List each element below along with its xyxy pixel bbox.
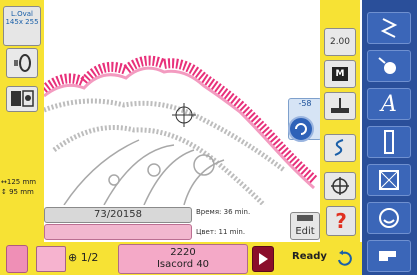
nav-buttonhole-button[interactable] bbox=[367, 126, 411, 158]
machine-icon bbox=[379, 251, 396, 261]
ready-status: Ready bbox=[292, 251, 327, 262]
move-design-button[interactable] bbox=[324, 172, 356, 200]
cutter-icon bbox=[331, 98, 349, 113]
buttonhole-icon bbox=[384, 130, 394, 154]
rotation-value: -58 bbox=[298, 99, 312, 108]
left-panel: L.Oval 145x 255 ↔125 mm ↕ 95 mm bbox=[0, 0, 44, 242]
stitch-counter[interactable]: 73/20158 bbox=[44, 207, 192, 223]
ready-icon bbox=[334, 247, 356, 269]
stitch-path-icon bbox=[334, 139, 344, 156]
nav-embroidery-button[interactable] bbox=[367, 50, 411, 82]
embroidery-canvas[interactable] bbox=[44, 0, 320, 205]
hoop-info[interactable]: L.Oval 145x 255 bbox=[3, 6, 41, 46]
color-time: Цвет: 11 min. bbox=[196, 228, 246, 236]
monochrome-label: M bbox=[331, 67, 349, 81]
design-height: ↕ 95 mm bbox=[1, 188, 34, 196]
edit-button[interactable]: Edit bbox=[290, 212, 320, 240]
nav-alphabet-button[interactable]: A bbox=[367, 88, 411, 120]
navigation-panel: A bbox=[362, 0, 417, 275]
rotation-knob[interactable] bbox=[288, 116, 314, 142]
embroidery-screen: L.Oval 145x 255 ↔125 mm ↕ 95 mm -58 2.00… bbox=[0, 0, 417, 275]
status-row: 73/20158 Время: 36 min. Цвет: 11 min. bbox=[44, 207, 284, 236]
thread-cutter-button[interactable] bbox=[324, 92, 356, 120]
tension-button[interactable]: 2.00 bbox=[324, 28, 356, 56]
edit-label: Edit bbox=[295, 226, 315, 237]
design-width: ↔125 mm bbox=[1, 178, 37, 186]
thread-name: Isacord 40 bbox=[156, 259, 210, 270]
monochrome-button[interactable]: M bbox=[324, 60, 356, 88]
hoop-select-button[interactable] bbox=[6, 48, 38, 78]
help-button[interactable]: ? bbox=[326, 206, 356, 236]
embroidery-nav-icon bbox=[378, 57, 396, 74]
sewing-machine-icon bbox=[297, 215, 313, 221]
stitch-path-button[interactable] bbox=[324, 134, 356, 162]
rotate-icon bbox=[295, 123, 307, 135]
embroidery-design bbox=[44, 55, 318, 205]
bottom-bar: ⊕ 1/2 2220 Isacord 40 Ready bbox=[0, 242, 362, 275]
time-remaining: Время: 36 min. bbox=[196, 208, 251, 216]
zigzag-icon bbox=[380, 18, 398, 38]
nav-stitch-button[interactable] bbox=[367, 12, 411, 44]
thread-info[interactable]: 2220 Isacord 40 bbox=[118, 244, 248, 274]
color-progress-bar bbox=[44, 224, 192, 240]
nav-machine-button[interactable] bbox=[367, 240, 411, 272]
tension-label: 2.00 bbox=[329, 37, 351, 47]
nav-personal-button[interactable] bbox=[367, 202, 411, 234]
crosshair-small-icon: ⊕ bbox=[68, 251, 78, 264]
color-counter: ⊕ 1/2 bbox=[68, 251, 98, 264]
nav-quilt-button[interactable] bbox=[367, 164, 411, 196]
move-icon bbox=[331, 177, 349, 195]
refresh-icon bbox=[338, 250, 352, 266]
next-color-button[interactable] bbox=[252, 246, 274, 272]
design-overview-button[interactable] bbox=[6, 86, 38, 112]
previous-color-button[interactable] bbox=[6, 245, 28, 273]
play-icon bbox=[259, 253, 268, 265]
color-counter-label: 1/2 bbox=[80, 251, 99, 264]
hoop-icon bbox=[14, 54, 31, 72]
overview-icon bbox=[11, 90, 34, 107]
current-color-swatch bbox=[36, 246, 66, 272]
hoop-name: L.Oval bbox=[10, 10, 33, 18]
smiley-icon bbox=[379, 208, 399, 228]
hoop-size: 145x 255 bbox=[5, 18, 39, 26]
alphabet-icon: A bbox=[381, 91, 397, 117]
quilt-icon bbox=[379, 170, 399, 190]
thread-number: 2220 bbox=[170, 247, 196, 258]
